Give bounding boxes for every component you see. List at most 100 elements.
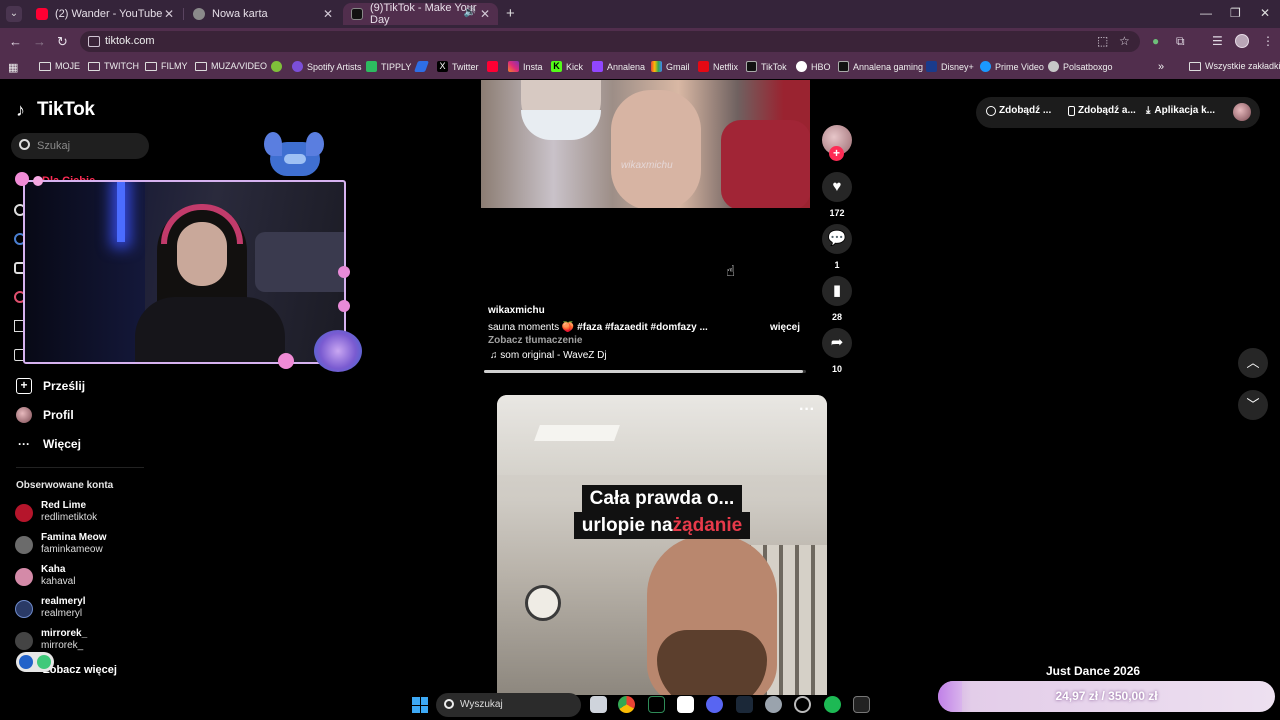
spotify-icon bbox=[292, 61, 303, 72]
goal-target: 350,00 zł bbox=[1108, 689, 1158, 703]
notepad-icon[interactable] bbox=[677, 696, 694, 713]
minimize-icon[interactable]: — bbox=[1200, 6, 1212, 20]
bookmark-green[interactable] bbox=[271, 61, 286, 72]
bookmark-disney[interactable]: Disney+ bbox=[926, 61, 974, 72]
discord-icon[interactable] bbox=[706, 696, 723, 713]
speaker-icon[interactable]: 🔊 bbox=[464, 7, 476, 18]
reading-list-icon[interactable]: ☰ bbox=[1212, 34, 1223, 48]
tab-youtube[interactable]: (2) Wander - YouTube ✕ bbox=[28, 3, 182, 25]
search-input[interactable]: Szukaj bbox=[11, 133, 149, 159]
see-translation-link[interactable]: Zobacz tłumaczenie bbox=[488, 335, 582, 346]
nav-upload[interactable]: + Prześlij bbox=[16, 378, 85, 394]
tab-new-tab[interactable]: Nowa karta ✕ bbox=[185, 3, 341, 25]
following-account[interactable]: Famina Meow faminkameow bbox=[15, 532, 155, 560]
bookmark-tiktok[interactable]: TikTok bbox=[746, 61, 787, 72]
previous-video-button[interactable]: ︿ bbox=[1238, 348, 1268, 378]
bookmark-gmail[interactable]: Gmail bbox=[651, 61, 690, 72]
install-app-icon[interactable]: ⬚ bbox=[1097, 34, 1108, 48]
windows-start-icon[interactable] bbox=[412, 697, 428, 713]
get-coins-button[interactable]: Zdobądź ... bbox=[986, 105, 1051, 116]
post-username[interactable]: wikaxmichu bbox=[488, 305, 545, 316]
caption-more-button[interactable]: więcej bbox=[770, 322, 800, 333]
extensions-icon[interactable]: ⧉ bbox=[1176, 34, 1185, 49]
close-window-icon[interactable]: ✕ bbox=[1260, 6, 1270, 20]
floating-icons[interactable] bbox=[16, 652, 54, 672]
video-progress-bar[interactable] bbox=[484, 370, 806, 373]
restore-icon[interactable]: ❐ bbox=[1230, 6, 1241, 20]
close-icon[interactable]: ✕ bbox=[480, 7, 490, 21]
menu-icon[interactable]: ⋮ bbox=[1262, 34, 1274, 48]
video-player[interactable]: ··· Cała prawda o... urlopie na żądanie bbox=[497, 395, 827, 695]
account-name: Kaha bbox=[41, 564, 66, 575]
all-bookmarks[interactable]: Wszystkie zakładki bbox=[1189, 61, 1280, 71]
bookmark-hbo[interactable]: HBO bbox=[796, 61, 831, 72]
xbox-icon[interactable] bbox=[648, 696, 665, 713]
sound-link[interactable]: ♫ som original - WaveZ Dj bbox=[490, 350, 607, 361]
following-account[interactable]: Kaha kahaval bbox=[15, 564, 155, 592]
url-text[interactable]: tiktok.com bbox=[105, 35, 155, 47]
file-explorer-icon[interactable] bbox=[590, 696, 607, 713]
bookmark-blue[interactable] bbox=[413, 61, 431, 72]
youtube-icon bbox=[487, 61, 498, 72]
nav-more[interactable]: ··· Więcej bbox=[16, 436, 81, 452]
tab-tiktok[interactable]: (9)TikTok - Make Your Day 🔊 ✕ bbox=[343, 2, 498, 26]
hashtag-link[interactable]: #faza bbox=[577, 322, 602, 333]
get-app-button[interactable]: Zdobądź a... bbox=[1068, 105, 1136, 116]
tab-search-button[interactable]: ⌄ bbox=[6, 6, 22, 22]
taskbar-search[interactable]: Wyszukaj bbox=[436, 693, 581, 717]
address-bar[interactable]: tiktok.com bbox=[80, 31, 1140, 52]
bookmark-twitter[interactable]: X Twitter bbox=[437, 61, 479, 72]
tiktok-logo[interactable]: ♪ TikTok bbox=[16, 99, 95, 121]
apps-icon[interactable]: ▦ bbox=[8, 61, 18, 74]
bookmark-annalena[interactable]: Annalena bbox=[592, 61, 645, 72]
reload-icon[interactable]: ↻ bbox=[57, 34, 68, 50]
hashtag-link[interactable]: #fazaedit bbox=[605, 322, 648, 333]
bookmark-polsatboxgo[interactable]: Polsatboxgo bbox=[1048, 61, 1113, 72]
button-label: Zdobądź ... bbox=[999, 105, 1052, 116]
more-options-icon[interactable]: ··· bbox=[799, 401, 815, 419]
hashtag-link[interactable]: #domfazy bbox=[651, 322, 697, 333]
site-info-icon[interactable] bbox=[88, 36, 100, 47]
bookmark-prime-video[interactable]: Prime Video bbox=[980, 61, 1044, 72]
share-button[interactable]: ➦ bbox=[822, 328, 852, 358]
user-avatar[interactable] bbox=[1233, 103, 1251, 121]
forward-icon[interactable]: → bbox=[33, 34, 46, 49]
close-icon[interactable]: ✕ bbox=[164, 7, 174, 21]
settings-icon[interactable] bbox=[765, 696, 782, 713]
bookmark-twitch[interactable]: TWITCH bbox=[88, 61, 139, 71]
desktop-app-button[interactable]: ⤓ Aplikacja k... bbox=[1146, 105, 1215, 116]
bookmark-moje[interactable]: MOJE bbox=[39, 61, 80, 71]
bookmark-annalena-gaming[interactable]: Annalena gaming bbox=[838, 61, 923, 72]
bookmark-insta[interactable]: Insta bbox=[508, 61, 543, 72]
close-icon[interactable]: ✕ bbox=[323, 7, 333, 21]
follow-plus-icon[interactable]: + bbox=[829, 146, 844, 161]
new-tab-button[interactable]: + bbox=[506, 5, 515, 22]
back-icon[interactable]: ← bbox=[9, 34, 22, 49]
bookmark-star-icon[interactable]: ☆ bbox=[1119, 34, 1130, 48]
save-button[interactable]: ▮ bbox=[822, 276, 852, 306]
bookmark-netflix[interactable]: Netflix bbox=[698, 61, 738, 72]
bookmark-filmy[interactable]: FILMY bbox=[145, 61, 188, 71]
video-player[interactable]: wikaxmichu bbox=[481, 80, 810, 208]
bookmarks-overflow-icon[interactable]: » bbox=[1158, 61, 1164, 73]
extension-shield-icon[interactable]: ● bbox=[1152, 34, 1159, 48]
profile-avatar[interactable] bbox=[1235, 34, 1249, 48]
like-button[interactable]: ♥ bbox=[822, 172, 852, 202]
see-more-link[interactable]: Zobacz więcej bbox=[43, 664, 117, 676]
epic-games-icon[interactable] bbox=[853, 696, 870, 713]
next-video-button[interactable]: ﹀ bbox=[1238, 390, 1268, 420]
chrome-icon[interactable] bbox=[618, 696, 635, 713]
following-account[interactable]: Red Lime redlimetiktok bbox=[15, 500, 155, 528]
bookmark-kick[interactable]: K Kick bbox=[551, 61, 583, 72]
bookmark-tipply[interactable]: TIPPLY bbox=[366, 61, 411, 72]
following-account[interactable]: realmeryl realmeryl bbox=[15, 596, 155, 624]
bookmark-youtube[interactable] bbox=[487, 61, 502, 72]
nav-profile[interactable]: Profil bbox=[16, 407, 74, 423]
comment-button[interactable]: 💬 bbox=[822, 224, 852, 254]
goal-current: 24,97 zł bbox=[1055, 689, 1099, 703]
obs-icon[interactable] bbox=[794, 696, 811, 713]
spotify-icon[interactable] bbox=[824, 696, 841, 713]
bookmark-muza[interactable]: MUZA/VIDEO bbox=[195, 61, 267, 71]
steam-icon[interactable] bbox=[736, 696, 753, 713]
bookmark-spotify-artists[interactable]: Spotify Artists bbox=[292, 61, 362, 72]
